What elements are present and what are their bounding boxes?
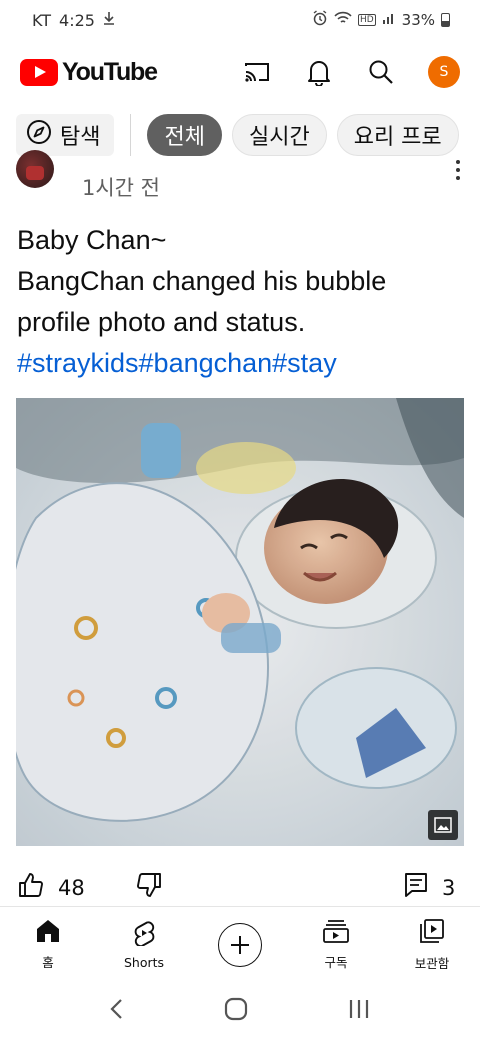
channel-avatar[interactable] [16, 150, 54, 188]
post-line-1: Baby Chan~ [17, 225, 167, 255]
search-icon[interactable] [366, 57, 396, 87]
nav-library[interactable]: 보관함 [384, 907, 480, 982]
post-hashtags[interactable]: #straykids#bangchan#stay [17, 343, 467, 384]
like-button[interactable]: 48 [18, 872, 85, 903]
post-line-2: BangChan changed his bubble [17, 266, 387, 296]
youtube-play-icon [20, 58, 58, 86]
logo-text: YouTube [62, 57, 158, 86]
library-icon [419, 918, 445, 947]
status-bar: KT 4:25 HD 33% [0, 0, 480, 40]
engagement-row: 48 3 [0, 868, 480, 906]
post-line-3: profile photo and status. [17, 307, 306, 337]
hd-badge: HD [357, 14, 376, 26]
bell-icon[interactable] [304, 57, 334, 87]
chip-divider [130, 114, 132, 156]
compass-icon [26, 119, 52, 151]
create-icon [218, 922, 262, 967]
header-actions: S [242, 56, 460, 88]
image-expand-icon[interactable] [428, 810, 458, 840]
home-circle-icon[interactable] [223, 996, 249, 1026]
post-image[interactable] [16, 398, 464, 846]
back-icon[interactable] [109, 997, 125, 1025]
nav-library-label: 보관함 [414, 955, 450, 971]
like-count: 48 [58, 875, 85, 900]
wifi-icon [334, 11, 352, 29]
comment-count: 3 [442, 875, 456, 900]
battery-icon [441, 13, 450, 27]
baby-photo-illustration [16, 398, 464, 846]
dislike-button[interactable] [136, 872, 162, 903]
nav-shorts-label: Shorts [123, 954, 165, 970]
comment-icon [404, 872, 428, 903]
post-body: Baby Chan~ BangChan changed his bubble p… [17, 220, 467, 384]
nav-home-label: 홈 [42, 954, 54, 970]
subscriptions-icon [322, 919, 350, 946]
battery-percent: 33% [401, 11, 435, 29]
status-right: HD 33% [312, 10, 450, 30]
shorts-icon [133, 920, 155, 949]
download-icon [103, 11, 115, 29]
recents-icon[interactable] [347, 998, 371, 1024]
account-avatar[interactable]: S [428, 56, 460, 88]
thumbs-up-icon [18, 872, 44, 903]
explore-label: 탐색 [60, 125, 101, 150]
youtube-logo[interactable]: YouTube [20, 57, 158, 87]
nav-shorts[interactable]: Shorts [96, 907, 192, 982]
cast-icon[interactable] [242, 57, 272, 87]
alarm-icon [312, 10, 328, 30]
nav-subscriptions[interactable]: 구독 [288, 907, 384, 982]
carrier-label: KT [32, 10, 52, 30]
clock: 4:25 [59, 10, 95, 30]
more-vert-icon[interactable] [454, 160, 462, 180]
filter-chips: 탐색 전체 실시간 요리 프로 [0, 112, 480, 158]
chip-all[interactable]: 전체 [147, 114, 222, 156]
app-header: YouTube S [0, 44, 480, 100]
nav-subscriptions-label: 구독 [324, 954, 348, 970]
nav-create[interactable] [192, 907, 288, 982]
home-icon [35, 919, 61, 946]
status-left: KT 4:25 [32, 11, 115, 30]
chip-live[interactable]: 실시간 [231, 114, 327, 156]
chip-cooking[interactable]: 요리 프로 [336, 114, 459, 156]
thumbs-down-icon [136, 872, 162, 903]
signal-icon [382, 11, 396, 29]
post-time: 1시간 전 [82, 176, 160, 200]
nav-home[interactable]: 홈 [0, 907, 96, 982]
comment-button[interactable]: 3 [404, 872, 455, 903]
system-navigation [0, 982, 480, 1040]
bottom-navigation: 홈 Shorts 구독 보관함 [0, 906, 480, 982]
post-header: 1시간 전 [0, 150, 480, 204]
